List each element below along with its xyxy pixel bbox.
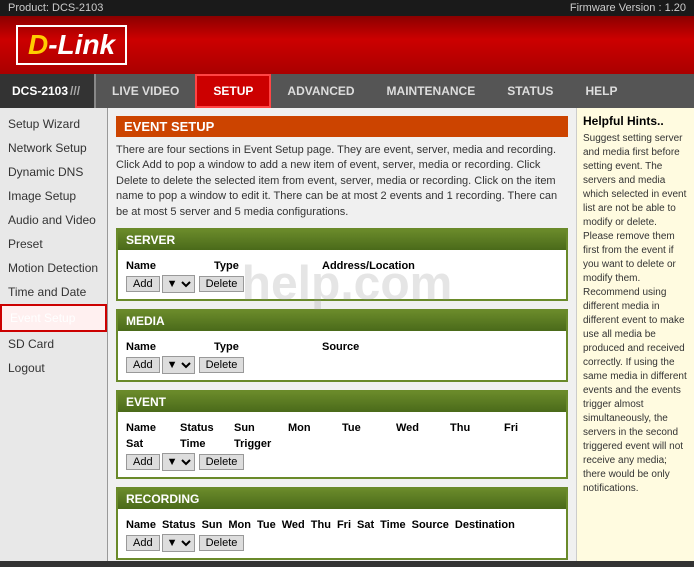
sidebar-item-time-date[interactable]: Time and Date xyxy=(0,280,107,304)
sidebar-item-setup-wizard[interactable]: Setup Wizard xyxy=(0,112,107,136)
event-col-row: Name Status Sun Mon Tue Wed Thu Fri Sat … xyxy=(126,422,558,450)
event-col-thu: Thu xyxy=(450,422,500,434)
sidebar-item-image-setup[interactable]: Image Setup xyxy=(0,184,107,208)
recording-controls: Add ▼ Delete xyxy=(126,534,558,552)
sidebar-item-preset[interactable]: Preset xyxy=(0,232,107,256)
rec-col-sun: Sun xyxy=(202,519,223,531)
event-col-status: Status xyxy=(180,422,230,434)
media-select[interactable]: ▼ xyxy=(162,356,195,374)
sidebar-item-event-setup[interactable]: Event Setup xyxy=(0,304,107,332)
event-col-fri: Fri xyxy=(504,422,554,434)
event-col-tue: Tue xyxy=(342,422,392,434)
sidebar-item-audio-video[interactable]: Audio and Video xyxy=(0,208,107,232)
event-col-mon: Mon xyxy=(288,422,338,434)
event-title: EVENT xyxy=(118,392,566,412)
server-col-row: Name Type Address/Location xyxy=(126,260,558,272)
nav-help[interactable]: HELP xyxy=(569,74,633,108)
sidebar-item-dynamic-dns[interactable]: Dynamic DNS xyxy=(0,160,107,184)
media-col-row: Name Type Source xyxy=(126,341,558,353)
sidebar-item-sd-card[interactable]: SD Card xyxy=(0,332,107,356)
firmware-label: Firmware Version : 1.20 xyxy=(570,2,686,14)
recording-inner: Name Status Sun Mon Tue Wed Thu Fri Sat … xyxy=(118,513,566,558)
nav-advanced[interactable]: ADVANCED xyxy=(271,74,370,108)
recording-section: RECORDING Name Status Sun Mon Tue Wed Th… xyxy=(116,487,568,560)
server-col-address: Address/Location xyxy=(322,260,415,272)
server-add-button[interactable]: Add xyxy=(126,276,160,292)
media-inner: Name Type Source Add ▼ Delete xyxy=(118,335,566,380)
sidebar: Setup Wizard Network Setup Dynamic DNS I… xyxy=(0,108,108,561)
media-delete-button[interactable]: Delete xyxy=(199,357,245,373)
sidebar-item-network-setup[interactable]: Network Setup xyxy=(0,136,107,160)
dlink-logo: D-Link xyxy=(16,25,127,65)
media-controls: Add ▼ Delete xyxy=(126,356,558,374)
security-bar: SECURITY xyxy=(0,561,694,567)
server-select[interactable]: ▼ xyxy=(162,275,195,293)
hints-panel: Helpful Hints.. Suggest setting server a… xyxy=(576,108,694,561)
media-add-button[interactable]: Add xyxy=(126,357,160,373)
rec-col-status: Status xyxy=(162,519,196,531)
server-delete-button[interactable]: Delete xyxy=(199,276,245,292)
rec-col-wed: Wed xyxy=(282,519,305,531)
recording-select[interactable]: ▼ xyxy=(162,534,195,552)
rec-col-fri: Fri xyxy=(337,519,351,531)
event-inner: Name Status Sun Mon Tue Wed Thu Fri Sat … xyxy=(118,416,566,477)
rec-col-mon: Mon xyxy=(228,519,251,531)
server-controls: Add ▼ Delete xyxy=(126,275,558,293)
header: D-Link xyxy=(0,16,694,74)
event-col-time: Time xyxy=(180,438,230,450)
server-inner: Name Type Address/Location Add ▼ Delete xyxy=(118,254,566,299)
main-layout: Setup Wizard Network Setup Dynamic DNS I… xyxy=(0,108,694,561)
media-col-source: Source xyxy=(322,341,372,353)
event-col-sat: Sat xyxy=(126,438,176,450)
event-controls: Add ▼ Delete xyxy=(126,453,558,471)
nav-maintenance[interactable]: MAINTENANCE xyxy=(371,74,492,108)
event-col-trigger: Trigger xyxy=(234,438,284,450)
product-label: Product: DCS-2103 xyxy=(8,2,103,14)
event-col-sun: Sun xyxy=(234,422,284,434)
nav-setup[interactable]: SETUP xyxy=(195,74,271,108)
nav-live-video[interactable]: LIVE VIDEO xyxy=(96,74,195,108)
server-col-type: Type xyxy=(214,260,264,272)
event-add-button[interactable]: Add xyxy=(126,454,160,470)
media-col-type: Type xyxy=(214,341,264,353)
rec-col-tue: Tue xyxy=(257,519,276,531)
recording-delete-button[interactable]: Delete xyxy=(199,535,245,551)
hints-title: Helpful Hints.. xyxy=(583,114,688,128)
recording-add-button[interactable]: Add xyxy=(126,535,160,551)
rec-col-sat: Sat xyxy=(357,519,374,531)
rec-col-time: Time xyxy=(380,519,405,531)
recording-col-row: Name Status Sun Mon Tue Wed Thu Fri Sat … xyxy=(126,519,558,531)
top-bar: Product: DCS-2103 Firmware Version : 1.2… xyxy=(0,0,694,16)
media-section: MEDIA Name Type Source Add ▼ Delete xyxy=(116,309,568,382)
server-title: SERVER xyxy=(118,230,566,250)
event-description: There are four sections in Event Setup p… xyxy=(116,143,568,220)
recording-title: RECORDING xyxy=(118,489,566,509)
rec-col-destination: Destination xyxy=(455,519,515,531)
server-section: SERVER Name Type Address/Location Add ▼ … xyxy=(116,228,568,301)
sidebar-item-motion-detection[interactable]: Motion Detection xyxy=(0,256,107,280)
nav-bar: DCS-2103 /// LIVE VIDEO SETUP ADVANCED M… xyxy=(0,74,694,108)
nav-model: DCS-2103 /// xyxy=(0,74,96,108)
event-select[interactable]: ▼ xyxy=(162,453,195,471)
rec-col-name: Name xyxy=(126,519,156,531)
media-col-name: Name xyxy=(126,341,176,353)
event-setup-title: EVENT SETUP xyxy=(116,116,568,137)
nav-status[interactable]: STATUS xyxy=(491,74,569,108)
rec-col-source: Source xyxy=(412,519,449,531)
event-col-wed: Wed xyxy=(396,422,446,434)
event-section: EVENT Name Status Sun Mon Tue Wed Thu Fr… xyxy=(116,390,568,479)
rec-col-thu: Thu xyxy=(311,519,331,531)
content-area: EVENT SETUP There are four sections in E… xyxy=(108,108,576,561)
event-delete-button[interactable]: Delete xyxy=(199,454,245,470)
server-col-name: Name xyxy=(126,260,176,272)
event-col-name: Name xyxy=(126,422,176,434)
media-title: MEDIA xyxy=(118,311,566,331)
hints-text: Suggest setting server and media first b… xyxy=(583,132,688,496)
sidebar-item-logout[interactable]: Logout xyxy=(0,356,107,380)
